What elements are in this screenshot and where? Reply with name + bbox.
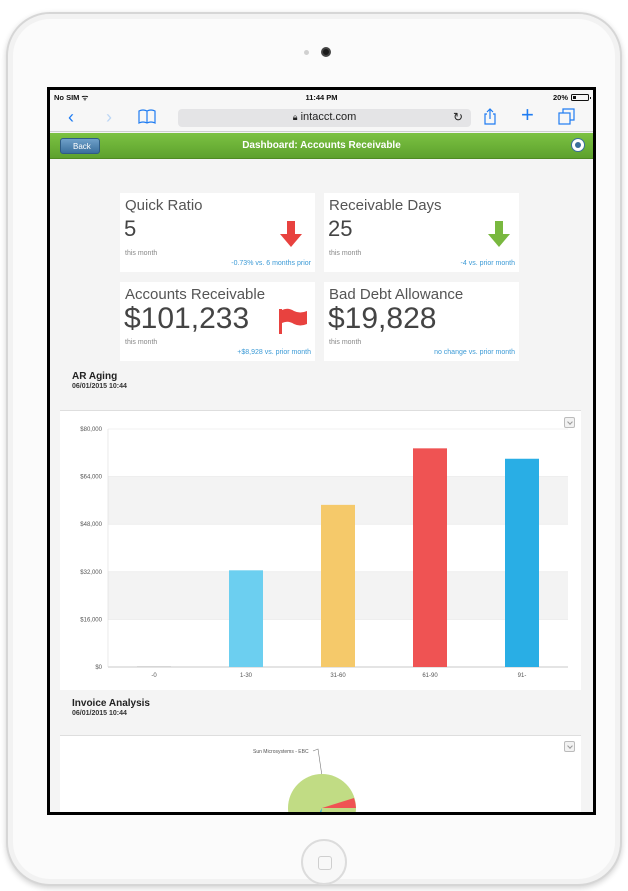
camera-icon xyxy=(321,47,331,57)
kpi-period: this month xyxy=(125,339,158,346)
screen: No SIM ᯤ 11:44 PM 20% ‹ › 🔒︎ intacct.com… xyxy=(47,87,596,815)
y-tick-label: $0 xyxy=(95,665,102,671)
x-tick-label: 31-60 xyxy=(330,673,346,679)
url-text: intacct.com xyxy=(300,111,357,123)
kpi-title: Bad Debt Allowance xyxy=(329,286,464,303)
kpi-title: Receivable Days xyxy=(329,197,442,214)
download-icon[interactable] xyxy=(564,741,575,752)
download-icon[interactable] xyxy=(564,417,575,428)
section-title: Invoice Analysis xyxy=(72,698,150,709)
invoice-analysis-panel: Sun Microsystems - EBC xyxy=(60,735,581,812)
kpi-change: -0.73% vs. 6 months prior xyxy=(231,260,311,267)
app-header: Back Dashboard: Accounts Receivable xyxy=(50,133,593,159)
battery-icon xyxy=(571,94,591,101)
flag-icon xyxy=(279,308,307,334)
battery-percent: 20% xyxy=(552,93,568,102)
browser-toolbar: ‹ › 🔒︎ intacct.com ↻ + xyxy=(50,104,593,132)
pie-leader-line xyxy=(312,748,323,777)
lock-icon: 🔒︎ xyxy=(292,112,298,122)
page-title: Dashboard: Accounts Receivable xyxy=(242,140,401,151)
section-date: 06/01/2015 10:44 xyxy=(72,383,127,390)
home-icon[interactable] xyxy=(571,138,585,152)
ar-aging-panel: $0 $16,000 $32,000 $48,000 $64,000 $80,000 -0 1… xyxy=(60,410,581,690)
clock: 11:44 PM xyxy=(305,93,338,102)
x-tick-label: -0 xyxy=(151,673,157,679)
bookmarks-icon[interactable] xyxy=(138,108,156,128)
kpi-period: this month xyxy=(125,250,158,257)
kpi-period: this month xyxy=(329,339,362,346)
y-tick-label: $48,000 xyxy=(80,522,102,528)
y-tick-label: $16,000 xyxy=(80,617,102,623)
speaker-dot xyxy=(304,50,309,55)
battery-indicator: 20% xyxy=(552,93,591,102)
y-tick-label: $64,000 xyxy=(80,475,102,481)
invoice-analysis-header: Invoice Analysis 06/01/2015 10:44 xyxy=(72,698,150,717)
kpi-tile-receivable-days[interactable]: Receivable Days 25 this month -4 vs. pri… xyxy=(324,193,519,272)
x-tick-label: 61-90 xyxy=(422,673,438,679)
screen-content: No SIM ᯤ 11:44 PM 20% ‹ › 🔒︎ intacct.com… xyxy=(50,90,593,812)
kpi-title: Accounts Receivable xyxy=(125,286,266,303)
y-tick-label: $32,000 xyxy=(80,570,102,576)
kpi-change: -4 vs. prior month xyxy=(460,260,515,267)
tabs-icon[interactable] xyxy=(558,108,575,129)
kpi-change: +$8,928 vs. prior month xyxy=(237,349,311,356)
kpi-value: $101,233 xyxy=(124,302,250,335)
kpi-value: $19,828 xyxy=(328,302,437,335)
arrow-down-icon xyxy=(280,221,302,247)
forward-icon[interactable]: › xyxy=(106,107,112,127)
reload-icon[interactable]: ↻ xyxy=(453,110,463,124)
bar-91-[interactable] xyxy=(505,458,539,667)
x-tick-label: 91- xyxy=(518,673,527,679)
kpi-tile-accounts-receivable[interactable]: Accounts Receivable $101,233 this month … xyxy=(120,282,315,361)
kpi-title: Quick Ratio xyxy=(125,197,203,214)
address-bar[interactable]: 🔒︎ intacct.com ↻ xyxy=(178,109,471,127)
ar-aging-header: AR Aging 06/01/2015 10:44 xyxy=(72,371,127,390)
kpi-period: this month xyxy=(329,250,362,257)
kpi-change: no change vs. prior month xyxy=(434,349,515,356)
bar--0[interactable] xyxy=(137,666,171,667)
arrow-down-icon xyxy=(488,221,510,247)
x-tick-label: 1-30 xyxy=(240,673,253,679)
add-tab-icon[interactable]: + xyxy=(521,104,534,126)
bar-1-30[interactable] xyxy=(229,570,263,667)
ar-aging-chart: $0 $16,000 $32,000 $48,000 $64,000 $80,000 -0 1… xyxy=(80,427,568,679)
bar-31-60[interactable] xyxy=(321,504,355,667)
home-button[interactable] xyxy=(301,839,347,885)
pie-label: Sun Microsystems - EBC xyxy=(253,749,309,755)
section-date: 06/01/2015 10:44 xyxy=(72,710,127,717)
invoice-pie-chart: Sun Microsystems - EBC xyxy=(253,748,356,812)
share-icon[interactable] xyxy=(483,108,497,129)
kpi-value: 25 xyxy=(328,216,353,241)
kpi-tile-quick-ratio[interactable]: Quick Ratio 5 this month -0.73% vs. 6 mo… xyxy=(120,193,315,272)
section-title: AR Aging xyxy=(72,371,118,382)
status-bar: No SIM ᯤ 11:44 PM 20% xyxy=(50,90,593,104)
bar-61-90[interactable] xyxy=(413,448,447,667)
back-icon[interactable]: ‹ xyxy=(68,107,74,127)
y-tick-label: $80,000 xyxy=(80,427,102,433)
kpi-tile-bad-debt-allowance[interactable]: Bad Debt Allowance $19,828 this month no… xyxy=(324,282,519,361)
kpi-value: 5 xyxy=(124,216,137,241)
